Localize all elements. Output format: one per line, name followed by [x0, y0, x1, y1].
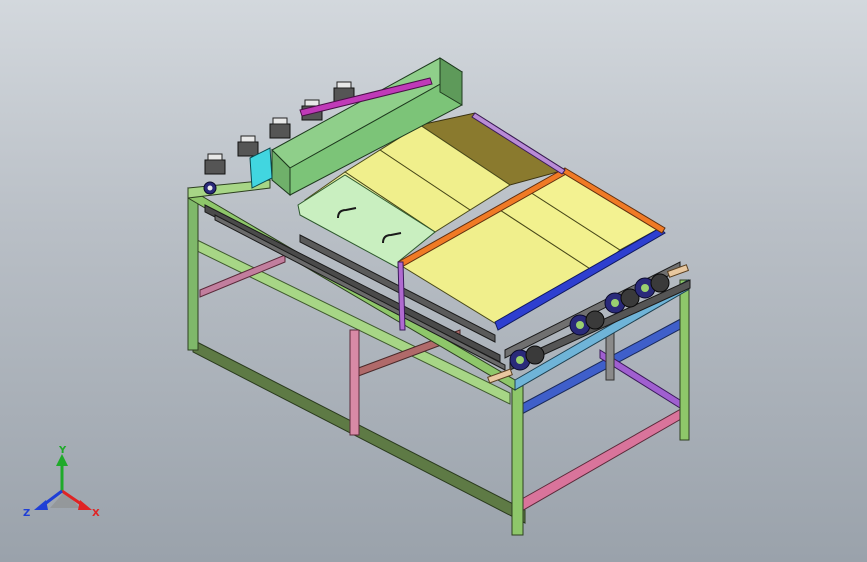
actuator-3 [269, 117, 291, 139]
sprocket-left [203, 181, 217, 195]
machine-3d-model[interactable] [0, 0, 867, 562]
z-axis-label: Z [23, 508, 30, 519]
leg-front-mid [349, 329, 360, 436]
x-axis-arrow-icon [78, 500, 92, 510]
bottom-rail-right [519, 404, 689, 513]
actuator-1 [204, 153, 226, 175]
leg-front-right [511, 379, 524, 536]
y-axis-label: Y [58, 446, 67, 456]
leg-back-right [679, 279, 690, 441]
back-rail-upper [199, 254, 286, 298]
z-axis-arrow-icon [34, 500, 48, 510]
axis-triad: Y X Z [23, 446, 100, 519]
x-axis-label: X [92, 508, 100, 519]
cad-viewport[interactable]: Y X Z [0, 0, 867, 562]
actuator-2 [237, 135, 259, 157]
leg-front-left [187, 187, 199, 351]
